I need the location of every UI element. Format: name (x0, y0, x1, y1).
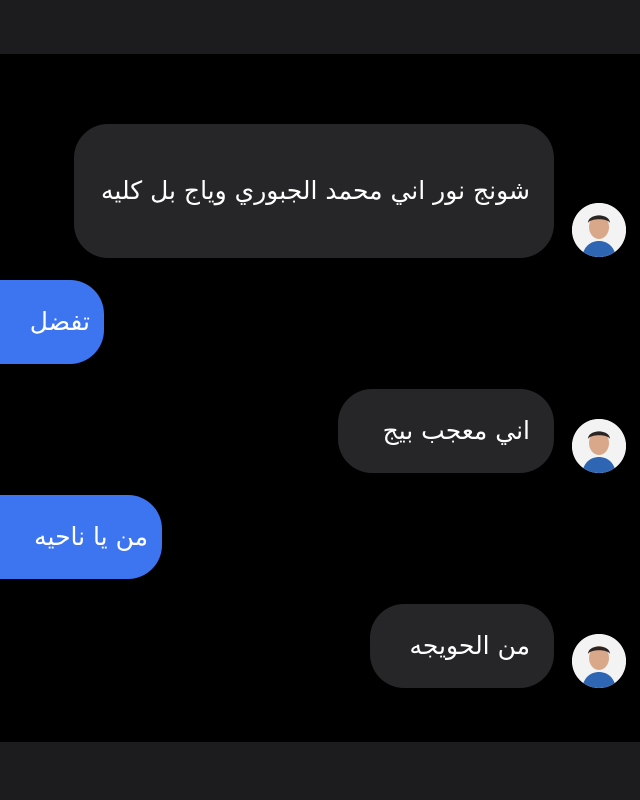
top-bar (0, 0, 640, 54)
message-text: من الحويجه (409, 631, 530, 660)
avatar[interactable] (572, 419, 626, 473)
incoming-message-bubble[interactable]: شونج نور اني محمد الجبوري وياج بل كليه (74, 124, 554, 258)
message-text: من يا ناحيه (34, 522, 148, 551)
outgoing-message-bubble[interactable]: تفضل (0, 280, 104, 364)
incoming-message-bubble[interactable]: اني معجب بيج (338, 389, 554, 473)
profile-photo-icon (572, 419, 626, 473)
incoming-message-bubble[interactable]: من الحويجه (370, 604, 554, 688)
message-text: شونج نور اني محمد الجبوري وياج بل كليه (101, 176, 530, 205)
profile-photo-icon (572, 634, 626, 688)
bottom-bar (0, 742, 640, 800)
outgoing-message-bubble[interactable]: من يا ناحيه (0, 495, 162, 579)
message-text: اني معجب بيج (382, 416, 530, 445)
avatar[interactable] (572, 634, 626, 688)
message-text: تفضل (29, 307, 90, 336)
chat-screen: شونج نور اني محمد الجبوري وياج بل كليه ت… (0, 0, 640, 800)
profile-photo-icon (572, 203, 626, 257)
avatar[interactable] (572, 203, 626, 257)
